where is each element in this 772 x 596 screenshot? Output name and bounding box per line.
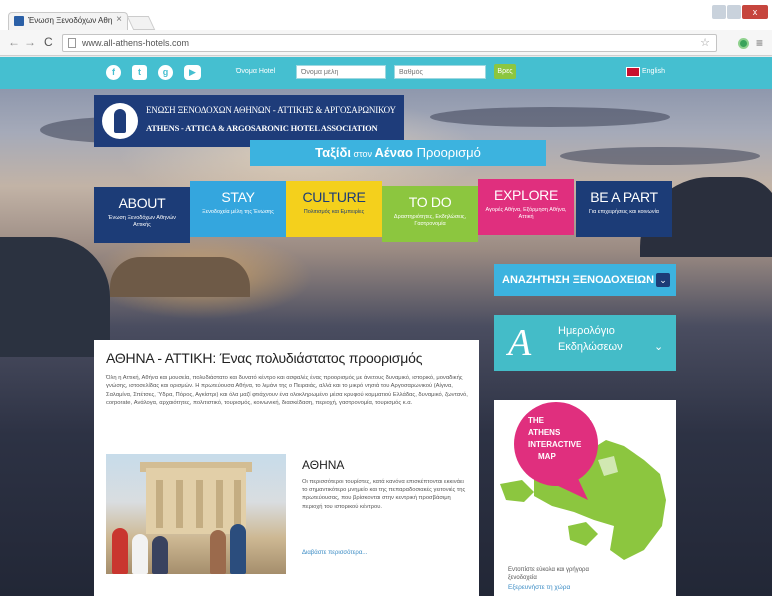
athens-section-body: Οι περισσότεροι τουρίστες, κατά κανόνα ε… xyxy=(302,479,466,510)
column-shape xyxy=(216,480,223,528)
column-shape xyxy=(176,480,183,528)
tile-title: BE A PART xyxy=(590,189,658,205)
events-calendar-toggle[interactable]: A Ημερολόγιο Εκδηλώσεων ⌄ xyxy=(494,315,676,371)
tourist-figure xyxy=(132,534,148,574)
google-plus-icon[interactable]: g xyxy=(158,65,173,80)
tile-subtitle: Ξενοδοχεία μέλη της Ένωσης xyxy=(202,209,274,215)
hotel-name-input[interactable] xyxy=(296,65,386,79)
chevron-down-icon: ⌄ xyxy=(656,273,670,287)
nav-tile-stay[interactable]: STAY Ξενοδοχεία μέλη της Ένωσης xyxy=(190,181,286,237)
column-shape xyxy=(234,480,241,528)
browser-toolbar: ← → C www.all-athens-hotels.com ☆ ≡ xyxy=(0,30,772,56)
tile-title: STAY xyxy=(221,189,255,205)
tile-title: CULTURE xyxy=(302,189,366,205)
tab-strip: Ένωση Ξενοδόχων Αθη × x xyxy=(0,0,772,30)
erechtheion-photo[interactable] xyxy=(106,454,286,574)
map-badge-text: ATHENS xyxy=(528,428,561,437)
athens-section-title[interactable]: ΑΘΗΝΑ xyxy=(302,458,344,472)
column-shape xyxy=(156,480,163,528)
map-badge-text: INTERACTIVE xyxy=(528,440,582,449)
tab-title: Ένωση Ξενοδόχων Αθη xyxy=(28,16,112,25)
youtube-icon[interactable]: ▶ xyxy=(184,65,201,80)
new-tab-button[interactable] xyxy=(126,16,156,30)
maximize-button[interactable] xyxy=(727,5,741,19)
attica-map-graphic xyxy=(500,402,666,560)
flag-icon[interactable] xyxy=(626,67,640,77)
facebook-icon[interactable]: f xyxy=(106,65,121,80)
close-window-button[interactable]: x xyxy=(742,5,768,19)
read-more-link[interactable]: Διαβάστε περισσότερα... xyxy=(302,550,367,556)
url-text[interactable]: www.all-athens-hotels.com xyxy=(82,38,189,48)
nav-tile-be-a-part[interactable]: BE A PART Για επιχειρήσεις και κοινωνία xyxy=(576,181,672,237)
tourist-figure xyxy=(230,524,246,574)
map-explore-link[interactable]: Εξερευνήστε τη χώρα xyxy=(508,584,570,591)
search-button[interactable]: Βρες xyxy=(494,64,516,79)
address-bar[interactable]: www.all-athens-hotels.com ☆ xyxy=(62,34,717,52)
cloud-decoration xyxy=(430,107,670,127)
nav-tile-to-do[interactable]: TO DO Δραστηριότητες, Εκδηλώσεις, Γαστρο… xyxy=(382,186,478,242)
tile-subtitle: Ένωση Ξενοδόχων Αθηνών Αττικής xyxy=(108,215,176,228)
extension-icon[interactable] xyxy=(738,38,749,49)
acropolis-decoration xyxy=(110,257,250,297)
hotel-search-title: ΑΝΑΖΗΤΗΣΗ ΞΕΝΟΔΟΧΕΙΩΝ xyxy=(502,274,655,286)
tile-subtitle: Για επιχειρήσεις και κοινωνία xyxy=(589,209,659,215)
site-topbar: f t g ▶ Όνομα Hotel Βρες English xyxy=(0,57,772,89)
browser-tab[interactable]: Ένωση Ξενοδόχων Αθη × xyxy=(8,12,128,30)
tourist-figure xyxy=(152,536,168,574)
tile-title: EXPLORE xyxy=(493,187,559,203)
events-logo-icon: A xyxy=(508,322,532,364)
back-icon[interactable]: ← xyxy=(8,35,20,49)
intro-content-card: ΑΘΗΝΑ - ΑΤΤΙΚΗ: Ένας πολυδιάστατος προορ… xyxy=(94,340,479,596)
minimize-button[interactable] xyxy=(712,5,726,19)
window-controls: x xyxy=(712,5,768,19)
logo-line-greek: ΕΝΩΣΗ ΞΕΝΟΔΟΧΩΝ ΑΘΗΝΩΝ - ΑΤΤΙΚΗΣ & ΑΡΓΟΣ… xyxy=(146,105,396,115)
hotel-rating-input[interactable] xyxy=(394,65,486,79)
chevron-down-icon: ⌄ xyxy=(654,341,664,353)
forward-icon[interactable]: → xyxy=(24,35,36,49)
tile-title: TO DO xyxy=(408,194,452,210)
tile-title: ABOUT xyxy=(118,195,166,211)
page-icon xyxy=(68,38,76,48)
tourist-figure xyxy=(112,528,128,574)
events-title-line2: Εκδηλώσεων xyxy=(558,341,623,353)
hill-decoration xyxy=(0,237,110,357)
favicon-icon xyxy=(14,16,24,26)
tagline-part: Αέναο xyxy=(374,145,413,160)
browser-window: Ένωση Ξενοδόχων Αθη × x ← → C www.all-at… xyxy=(0,0,772,596)
tagline-part: Ταξίδι xyxy=(315,145,352,160)
close-tab-icon[interactable]: × xyxy=(116,14,122,25)
tile-subtitle: Δραστηριότητες, Εκδηλώσεις, Γαστρονομία xyxy=(393,214,467,227)
bookmark-star-icon[interactable]: ☆ xyxy=(700,36,710,49)
tagline-part: στον xyxy=(351,149,375,159)
content-body: Όλη η Αττική, Αθήνα και μουσεία, πολυδιά… xyxy=(106,375,468,407)
web-page: f t g ▶ Όνομα Hotel Βρες English ΕΝΩΣΗ Ξ… xyxy=(0,57,772,596)
interactive-map-card[interactable]: THE ATHENS INTERACTIVE MAP Εντοπίστε εύκ… xyxy=(494,400,676,596)
nav-tile-culture[interactable]: CULTURE Πολιτισμός και Εμπειρίες xyxy=(286,181,382,237)
language-link[interactable]: English xyxy=(642,68,665,75)
reload-icon[interactable]: C xyxy=(44,35,53,49)
cloud-decoration xyxy=(560,147,760,165)
tile-subtitle: Αγορές Αθήνα, Εξόρμηση Αθήνα, Αττική xyxy=(485,207,567,220)
map-badge-text: MAP xyxy=(538,452,556,461)
map-caption: Εντοπίστε εύκολα και γρήγορα ξενοδοχεία xyxy=(508,567,589,581)
twitter-icon[interactable]: t xyxy=(132,65,147,80)
tile-subtitle: Πολιτισμός και Εμπειρίες xyxy=(303,209,365,215)
nav-tile-explore[interactable]: EXPLORE Αγορές Αθήνα, Εξόρμηση Αθήνα, Ατ… xyxy=(478,179,574,235)
events-title-line1: Ημερολόγιο xyxy=(558,325,615,337)
content-title: ΑΘΗΝΑ - ΑΤΤΙΚΗ: Ένας πολυδιάστατος προορ… xyxy=(106,350,423,366)
hotel-search-label: Όνομα Hotel xyxy=(236,68,276,75)
hotel-search-toggle[interactable]: ΑΝΑΖΗΤΗΣΗ ΞΕΝΟΔΟΧΕΙΩΝ ⌄ xyxy=(494,264,676,296)
tourist-figure xyxy=(210,530,226,574)
column-shape xyxy=(196,480,203,528)
tagline-part: Προορισμό xyxy=(412,145,481,160)
nav-tile-about[interactable]: ABOUT Ένωση Ξενοδόχων Αθηνών Αττικής xyxy=(94,187,190,243)
logo-emblem-icon xyxy=(102,103,138,139)
logo-line-english: ATHENS - ATTICA & ARGOSARONIC HOTEL ASSO… xyxy=(146,123,378,133)
map-badge-text: THE xyxy=(528,416,544,425)
menu-icon[interactable]: ≡ xyxy=(756,36,763,50)
tagline-banner: Ταξίδι στον Αέναο Προορισμό xyxy=(250,140,546,166)
